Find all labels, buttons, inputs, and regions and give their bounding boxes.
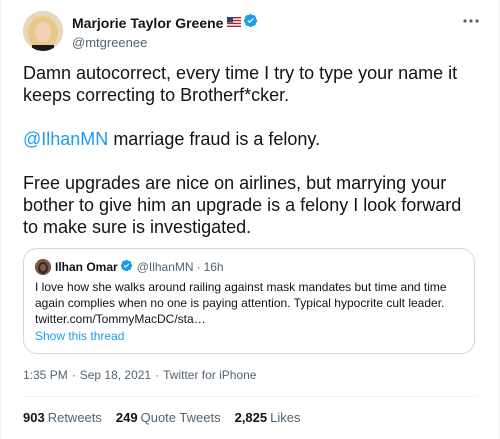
tweet-source[interactable]: Twitter for iPhone: [163, 368, 256, 382]
tweet-card: Marjorie Taylor Greene @mtgreenee Damn a…: [0, 0, 500, 439]
mention-link[interactable]: @IlhanMN: [23, 129, 108, 149]
quote-tweets-stat[interactable]: 249 Quote Tweets: [116, 410, 221, 425]
quoted-author-name: Ilhan Omar: [55, 260, 118, 274]
tweet-metadata: 1:35 PM · Sep 18, 2021 · Twitter for iPh…: [23, 368, 256, 382]
retweets-count: 903: [23, 410, 45, 425]
likes-stat[interactable]: 2,825 Likes: [235, 410, 301, 425]
meta-separator: ·: [155, 368, 160, 382]
quoted-author-avatar: [35, 259, 51, 275]
tweet-paragraph-2: @IlhanMN marriage fraud is a felony.: [23, 128, 479, 150]
quoted-tweet-header: Ilhan Omar @IlhanMN · 16h: [35, 259, 463, 275]
tweet-text: Damn autocorrect, every time I try to ty…: [23, 62, 479, 238]
tweet-stats: 903 Retweets 249 Quote Tweets 2,825 Likes: [23, 410, 315, 425]
likes-label: Likes: [270, 410, 301, 425]
verified-badge-icon: [120, 259, 133, 275]
more-options-button[interactable]: [461, 13, 481, 29]
quoted-separator: ·: [196, 260, 201, 274]
author-display-name[interactable]: Marjorie Taylor Greene: [72, 15, 223, 31]
us-flag-icon: [227, 14, 242, 32]
tweet-header: Marjorie Taylor Greene @mtgreenee: [23, 11, 481, 51]
author-handle[interactable]: @mtgreenee: [72, 35, 258, 50]
show-thread-link[interactable]: Show this thread: [35, 328, 124, 344]
tweet-date[interactable]: Sep 18, 2021: [80, 368, 151, 382]
quoted-tweet[interactable]: Ilhan Omar @IlhanMN · 16h I love how she…: [23, 248, 475, 354]
author-name-row: Marjorie Taylor Greene: [72, 13, 258, 33]
meta-separator: ·: [71, 368, 76, 382]
quote-tweets-count: 249: [115, 410, 138, 425]
quoted-author-handle: @IlhanMN: [136, 260, 194, 274]
tweet-paragraph-1: Damn autocorrect, every time I try to ty…: [23, 63, 458, 105]
tweet-paragraph-2-text: marriage fraud is a felony.: [108, 129, 321, 149]
quoted-tweet-text: I love how she walks around railing agai…: [35, 280, 447, 326]
tweet-paragraph-3: Free upgrades are nice on airlines, but …: [23, 173, 462, 237]
author-names: Marjorie Taylor Greene @mtgreenee: [72, 13, 258, 50]
likes-count: 2,825: [234, 410, 268, 425]
retweets-stat[interactable]: 903 Retweets: [23, 410, 102, 425]
retweets-label: Retweets: [47, 410, 102, 425]
tweet-time[interactable]: 1:35 PM: [23, 368, 68, 382]
author-avatar[interactable]: [23, 11, 63, 51]
verified-badge-icon: [243, 13, 258, 33]
stats-divider: [23, 396, 477, 397]
quoted-timestamp: 16h: [203, 260, 224, 274]
quote-tweets-label: Quote Tweets: [140, 410, 221, 425]
more-dots-icon: [463, 19, 479, 23]
